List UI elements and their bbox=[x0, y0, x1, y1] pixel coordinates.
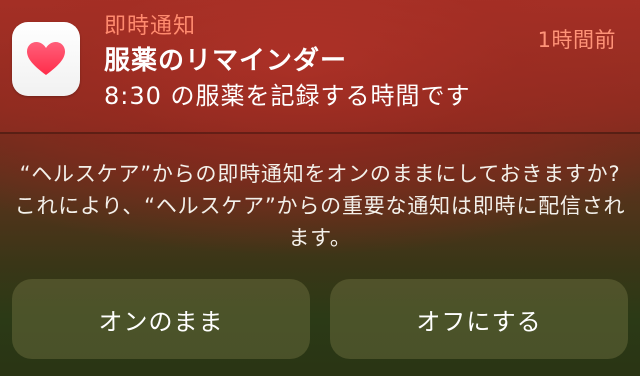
notification-app-name: 即時通知 bbox=[104, 14, 197, 39]
prompt-line-3: ます。 bbox=[288, 226, 352, 250]
notification-card[interactable]: 即時通知 1時間前 服薬のリマインダー 8:30 の服薬を記録する時間です bbox=[0, 0, 640, 132]
prompt-line-1: “ヘルスケア”からの即時通知をオンのままにしておきますか? bbox=[19, 162, 621, 186]
notification-body: 8:30 の服薬を記録する時間です bbox=[104, 82, 471, 110]
notification-timestamp: 1時間前 bbox=[537, 28, 616, 52]
heart-icon bbox=[27, 42, 65, 75]
turn-off-button[interactable]: オフにする bbox=[330, 279, 628, 359]
health-app-icon bbox=[12, 22, 80, 96]
keep-notifications-prompt: “ヘルスケア”からの即時通知をオンのままにしておきますか? これにより、“ヘルス… bbox=[0, 158, 640, 254]
section-divider bbox=[0, 132, 640, 134]
keep-on-button[interactable]: オンのまま bbox=[12, 279, 310, 359]
notification-title: 服薬のリマインダー bbox=[104, 46, 348, 76]
notification-screen: 即時通知 1時間前 服薬のリマインダー 8:30 の服薬を記録する時間です “ヘ… bbox=[0, 0, 640, 376]
prompt-line-2: これにより、“ヘルスケア”からの重要な通知は即時に配信され bbox=[14, 194, 626, 218]
